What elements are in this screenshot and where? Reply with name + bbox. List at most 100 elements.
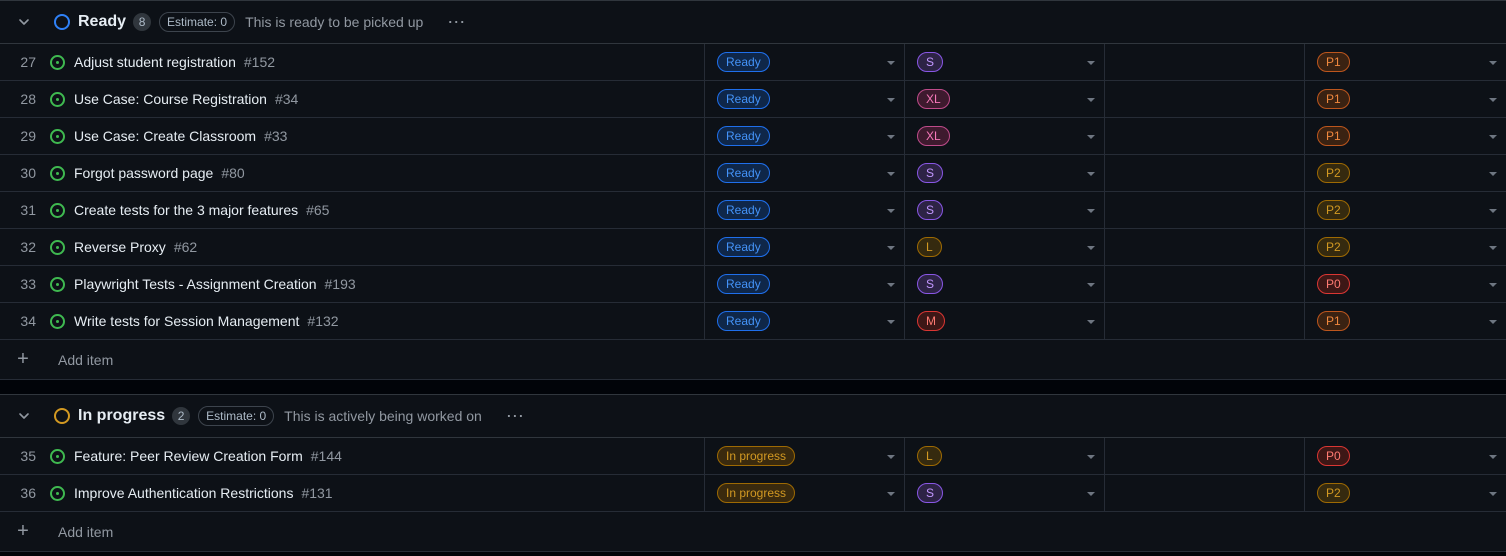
- priority-cell[interactable]: P1: [1305, 118, 1506, 154]
- size-cell[interactable]: XL: [905, 81, 1105, 117]
- issue-title-link[interactable]: Improve Authentication Restrictions: [74, 485, 293, 501]
- issue-title-link[interactable]: Create tests for the 3 major features: [74, 202, 298, 218]
- dropdown-caret-icon[interactable]: [1087, 320, 1095, 324]
- dropdown-caret-icon[interactable]: [1087, 135, 1095, 139]
- issue-title-link[interactable]: Forgot password page: [74, 165, 213, 181]
- status-cell[interactable]: Ready: [705, 118, 905, 154]
- plus-icon[interactable]: +: [0, 348, 46, 371]
- priority-cell[interactable]: P2: [1305, 475, 1506, 511]
- dropdown-caret-icon[interactable]: [1489, 209, 1497, 213]
- status-cell[interactable]: In progress: [705, 438, 905, 474]
- estimate-cell[interactable]: [1105, 229, 1305, 265]
- dropdown-caret-icon[interactable]: [1087, 246, 1095, 250]
- size-cell[interactable]: L: [905, 438, 1105, 474]
- collapse-button[interactable]: [0, 16, 48, 28]
- size-cell[interactable]: S: [905, 475, 1105, 511]
- dropdown-caret-icon[interactable]: [887, 455, 895, 459]
- status-cell[interactable]: In progress: [705, 475, 905, 511]
- size-cell[interactable]: S: [905, 266, 1105, 302]
- priority-cell[interactable]: P0: [1305, 266, 1506, 302]
- dropdown-caret-icon[interactable]: [887, 209, 895, 213]
- dropdown-caret-icon[interactable]: [1489, 172, 1497, 176]
- issue-title-link[interactable]: Write tests for Session Management: [74, 313, 299, 329]
- issue-title-link[interactable]: Adjust student registration: [74, 54, 236, 70]
- table-row[interactable]: 34 Write tests for Session Management #132…: [0, 303, 1506, 340]
- dropdown-caret-icon[interactable]: [1087, 209, 1095, 213]
- status-cell[interactable]: Ready: [705, 303, 905, 339]
- table-row[interactable]: 30 Forgot password page #80 Ready S P2: [0, 155, 1506, 192]
- size-cell[interactable]: S: [905, 155, 1105, 191]
- size-cell[interactable]: S: [905, 44, 1105, 80]
- status-cell[interactable]: Ready: [705, 81, 905, 117]
- dropdown-caret-icon[interactable]: [1087, 283, 1095, 287]
- priority-cell[interactable]: P1: [1305, 303, 1506, 339]
- status-cell[interactable]: Ready: [705, 266, 905, 302]
- add-item-row[interactable]: + Add item: [0, 340, 1506, 380]
- estimate-cell[interactable]: [1105, 475, 1305, 511]
- priority-cell[interactable]: P2: [1305, 155, 1506, 191]
- dropdown-caret-icon[interactable]: [1087, 98, 1095, 102]
- dropdown-caret-icon[interactable]: [1489, 492, 1497, 496]
- priority-cell[interactable]: P2: [1305, 192, 1506, 228]
- table-row[interactable]: 35 Feature: Peer Review Creation Form #144…: [0, 438, 1506, 475]
- dropdown-caret-icon[interactable]: [1489, 61, 1497, 65]
- status-cell[interactable]: Ready: [705, 44, 905, 80]
- table-row[interactable]: 29 Use Case: Create Classroom #33 Ready XL P1: [0, 118, 1506, 155]
- issue-title-link[interactable]: Feature: Peer Review Creation Form: [74, 448, 303, 464]
- size-cell[interactable]: XL: [905, 118, 1105, 154]
- status-cell[interactable]: Ready: [705, 229, 905, 265]
- dropdown-caret-icon[interactable]: [1087, 455, 1095, 459]
- dropdown-caret-icon[interactable]: [1489, 283, 1497, 287]
- size-cell[interactable]: L: [905, 229, 1105, 265]
- issue-title-link[interactable]: Use Case: Create Classroom: [74, 128, 256, 144]
- estimate-cell[interactable]: [1105, 438, 1305, 474]
- dropdown-caret-icon[interactable]: [887, 283, 895, 287]
- size-cell[interactable]: M: [905, 303, 1105, 339]
- dropdown-caret-icon[interactable]: [887, 246, 895, 250]
- dropdown-caret-icon[interactable]: [887, 320, 895, 324]
- priority-cell[interactable]: P2: [1305, 229, 1506, 265]
- estimate-cell[interactable]: [1105, 192, 1305, 228]
- add-item-button[interactable]: Add item: [58, 524, 113, 540]
- table-row[interactable]: 32 Reverse Proxy #62 Ready L P2: [0, 229, 1506, 266]
- size-cell[interactable]: S: [905, 192, 1105, 228]
- estimate-cell[interactable]: [1105, 81, 1305, 117]
- dropdown-caret-icon[interactable]: [1489, 455, 1497, 459]
- dropdown-caret-icon[interactable]: [1489, 320, 1497, 324]
- more-options-icon[interactable]: ⋯: [506, 406, 525, 427]
- plus-icon[interactable]: +: [0, 520, 46, 543]
- dropdown-caret-icon[interactable]: [887, 61, 895, 65]
- dropdown-caret-icon[interactable]: [887, 172, 895, 176]
- issue-title-link[interactable]: Use Case: Course Registration: [74, 91, 267, 107]
- table-row[interactable]: 33 Playwright Tests - Assignment Creation…: [0, 266, 1506, 303]
- add-item-button[interactable]: Add item: [58, 352, 113, 368]
- estimate-cell[interactable]: [1105, 303, 1305, 339]
- dropdown-caret-icon[interactable]: [1087, 61, 1095, 65]
- dropdown-caret-icon[interactable]: [1087, 492, 1095, 496]
- issue-title-link[interactable]: Reverse Proxy: [74, 239, 166, 255]
- estimate-cell[interactable]: [1105, 155, 1305, 191]
- table-row[interactable]: 31 Create tests for the 3 major features #…: [0, 192, 1506, 229]
- table-row[interactable]: 27 Adjust student registration #152 Ready S P…: [0, 44, 1506, 81]
- issue-title-link[interactable]: Playwright Tests - Assignment Creation: [74, 276, 317, 292]
- estimate-cell[interactable]: [1105, 118, 1305, 154]
- priority-cell[interactable]: P0: [1305, 438, 1506, 474]
- more-options-icon[interactable]: ⋯: [447, 12, 466, 33]
- dropdown-caret-icon[interactable]: [1489, 135, 1497, 139]
- dropdown-caret-icon[interactable]: [1087, 172, 1095, 176]
- dropdown-caret-icon[interactable]: [887, 492, 895, 496]
- add-item-row[interactable]: + Add item: [0, 512, 1506, 552]
- table-row[interactable]: 36 Improve Authentication Restrictions #13…: [0, 475, 1506, 512]
- dropdown-caret-icon[interactable]: [1489, 246, 1497, 250]
- estimate-cell[interactable]: [1105, 44, 1305, 80]
- estimate-cell[interactable]: [1105, 266, 1305, 302]
- dropdown-caret-icon[interactable]: [1489, 98, 1497, 102]
- table-row[interactable]: 28 Use Case: Course Registration #34 Ready X…: [0, 81, 1506, 118]
- status-cell[interactable]: Ready: [705, 192, 905, 228]
- priority-cell[interactable]: P1: [1305, 81, 1506, 117]
- dropdown-caret-icon[interactable]: [887, 98, 895, 102]
- status-cell[interactable]: Ready: [705, 155, 905, 191]
- collapse-button[interactable]: [0, 410, 48, 422]
- priority-cell[interactable]: P1: [1305, 44, 1506, 80]
- dropdown-caret-icon[interactable]: [887, 135, 895, 139]
